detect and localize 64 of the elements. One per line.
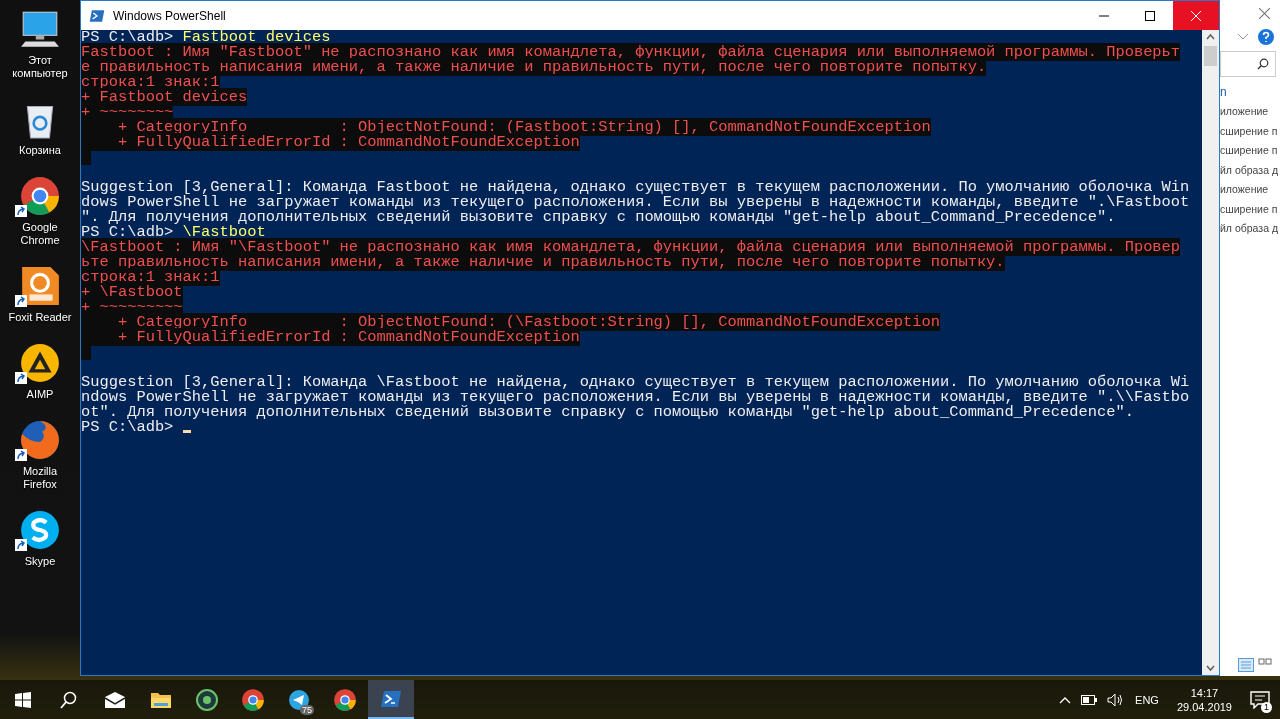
list-item[interactable]: сширение п: [1220, 202, 1280, 216]
window-title: Windows PowerShell: [113, 8, 227, 23]
triangle-logo-icon: [19, 342, 61, 384]
prompt-text: PS C:\adb>: [81, 30, 175, 46]
help-icon[interactable]: [1258, 29, 1274, 45]
error-text: + FullyQualifiedErrorId : CommandNotFoundException: [81, 328, 580, 346]
error-text: \Fastboot : Имя "\Fastboot" не распознано как имя командлета, функции, файла сценария или выполняемой программы. Провер: [81, 238, 1181, 256]
list-item[interactable]: иложение: [1220, 105, 1280, 119]
error-background: [81, 150, 91, 165]
scrollbar[interactable]: [1202, 30, 1219, 675]
powershell-icon: [89, 8, 105, 23]
error-text: Fastboot : Имя "Fastboot" не распознано как имя командлета, функции, файла сценария или выполняемой программы. Проверьт: [81, 43, 1181, 61]
powershell-icon[interactable]: [380, 689, 402, 708]
prompt-text: PS C:\adb>: [81, 418, 174, 436]
scrollbar-thumb[interactable]: [1204, 46, 1217, 66]
desktop-icon-label[interactable]: Foxit Reader: [8, 311, 72, 324]
error-text: + CategoryInfo : ObjectNotFound: (\Fastboot:String) [], CommandNotFoundException: [81, 313, 940, 331]
chrome-icon: [19, 175, 61, 217]
desktop-icon-label[interactable]: Google Chrome: [6, 221, 74, 247]
desktop-icon-label[interactable]: Mozilla Firefox: [6, 465, 74, 491]
error-text: ьте правильность написания имени, а также наличие и правильность пути, после чего повторите попытку.: [81, 253, 1005, 271]
error-background: [81, 345, 91, 360]
error-text: + CategoryInfo : ObjectNotFound: (Fastboot:String) [], CommandNotFoundException: [81, 118, 931, 136]
count-badge: 75: [300, 705, 314, 715]
search-icon: [1257, 58, 1269, 70]
error-text: + FullyQualifiedErrorId : CommandNotFoundException: [81, 133, 580, 151]
circle-app-icon[interactable]: [196, 688, 218, 711]
list-item[interactable]: сширение п: [1220, 144, 1280, 158]
link-text[interactable]: n: [1220, 85, 1280, 99]
list-item[interactable]: иложение: [1220, 183, 1280, 197]
clock[interactable]: 14:17 29.04.2019: [1176, 685, 1232, 714]
error-text: + Fastboot devices: [81, 88, 248, 106]
taskbar-button[interactable]: 75: [276, 680, 322, 719]
maximize-icon: [1145, 10, 1155, 21]
list-item[interactable]: йл образа д: [1220, 163, 1280, 177]
command-text: Fastboot devices: [182, 30, 331, 46]
error-text: е правильность написания имени, а также наличие и правильность пути, после чего повторите попытку.: [81, 58, 987, 76]
pdf-document-icon: [19, 265, 61, 307]
windows-start-icon[interactable]: [15, 691, 31, 708]
chrome-icon: [333, 687, 357, 712]
skype-icon: [19, 509, 61, 551]
desktop-icon-label[interactable]: AIMP: [26, 388, 54, 401]
notification-button[interactable]: 1: [1240, 680, 1280, 719]
error-text: строка:1 знак:1: [81, 268, 220, 286]
chevron-up-icon[interactable]: [1059, 695, 1072, 704]
desktop-icon-label[interactable]: Корзина: [19, 144, 61, 157]
speech-bubble-icon: [1250, 690, 1270, 709]
chrome-icon: [241, 687, 265, 712]
close-icon[interactable]: [1259, 8, 1270, 19]
count-badge: 1: [1261, 702, 1272, 713]
telegram-icon[interactable]: [288, 688, 310, 711]
desktop-icon-label[interactable]: Этот компьютер: [6, 54, 74, 80]
battery-icon[interactable]: [1081, 694, 1098, 705]
chevron-down-icon[interactable]: [1238, 34, 1248, 40]
search-icon[interactable]: [60, 690, 78, 709]
firefox-icon: [19, 419, 61, 461]
list-item[interactable]: йл образа д: [1220, 222, 1280, 236]
search-field[interactable]: [1220, 51, 1276, 77]
desktop-icon-label[interactable]: Skype: [24, 555, 56, 568]
mail-icon[interactable]: [104, 690, 126, 709]
folder-icon[interactable]: [150, 690, 172, 709]
language-indicator[interactable]: ENG: [1135, 693, 1159, 706]
close-icon: [1191, 10, 1201, 21]
list-item[interactable]: сширение п: [1220, 124, 1280, 138]
